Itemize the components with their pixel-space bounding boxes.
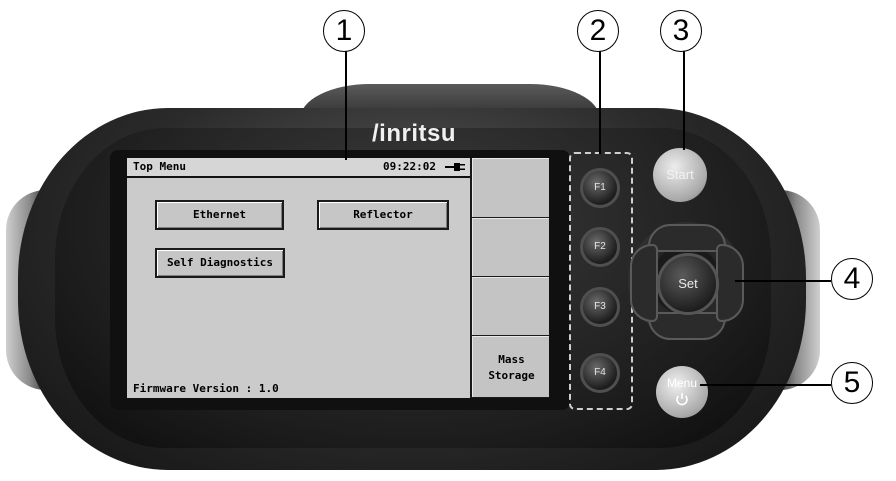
screen-title: Top Menu xyxy=(133,160,186,173)
dpad-down-key[interactable] xyxy=(648,312,726,340)
power-icon xyxy=(676,393,688,406)
f2-key[interactable]: F2 xyxy=(580,227,620,267)
callout-3-leader xyxy=(683,50,685,150)
softkey-3[interactable] xyxy=(472,277,549,336)
callout-4-leader xyxy=(735,280,831,282)
callout-1: 1 xyxy=(323,10,365,52)
set-key[interactable]: Set xyxy=(657,253,719,315)
dpad-right-key[interactable] xyxy=(716,244,744,322)
dpad-up-key[interactable] xyxy=(648,224,726,252)
softkey-panel: Mass Storage xyxy=(470,158,549,398)
menu-power-key[interactable]: Menu xyxy=(656,366,708,418)
screen-title-bar: Top Menu 09:22:02 xyxy=(127,158,470,178)
device-figure: /inritsu Top Menu 09:22:02 Ethernet Refl… xyxy=(0,0,896,481)
menu-key-label: Menu xyxy=(666,376,698,390)
callout-2-leader xyxy=(599,50,601,154)
power-plug-icon xyxy=(445,163,465,171)
ethernet-button[interactable]: Ethernet xyxy=(155,200,284,230)
softkey-2[interactable] xyxy=(472,218,549,277)
f3-key[interactable]: F3 xyxy=(580,287,620,327)
softkey-4-line1: Mass xyxy=(498,353,525,366)
softkey-4-line2: Storage xyxy=(488,369,535,382)
self-diagnostics-button[interactable]: Self Diagnostics xyxy=(155,248,285,278)
callout-4: 4 xyxy=(831,258,873,300)
f4-key[interactable]: F4 xyxy=(580,353,620,393)
softkey-mass-storage[interactable]: Mass Storage xyxy=(472,336,549,398)
callout-5: 5 xyxy=(831,362,873,404)
start-key[interactable]: Start xyxy=(653,148,707,202)
f1-key[interactable]: F1 xyxy=(580,168,620,208)
callout-2: 2 xyxy=(577,10,619,52)
lcd-screen: Top Menu 09:22:02 Ethernet Reflector Sel… xyxy=(127,158,549,398)
callout-3: 3 xyxy=(660,10,702,52)
dpad-left-key[interactable] xyxy=(630,244,658,322)
firmware-version: Firmware Version : 1.0 xyxy=(133,382,279,395)
reflector-button[interactable]: Reflector xyxy=(317,200,449,230)
softkey-1[interactable] xyxy=(472,158,549,218)
screen-clock: 09:22:02 xyxy=(383,160,436,173)
callout-1-leader xyxy=(345,50,347,160)
callout-5-leader xyxy=(700,384,831,386)
brand-logo: /inritsu xyxy=(372,120,457,147)
menu-area: Ethernet Reflector Self Diagnostics xyxy=(127,178,470,398)
